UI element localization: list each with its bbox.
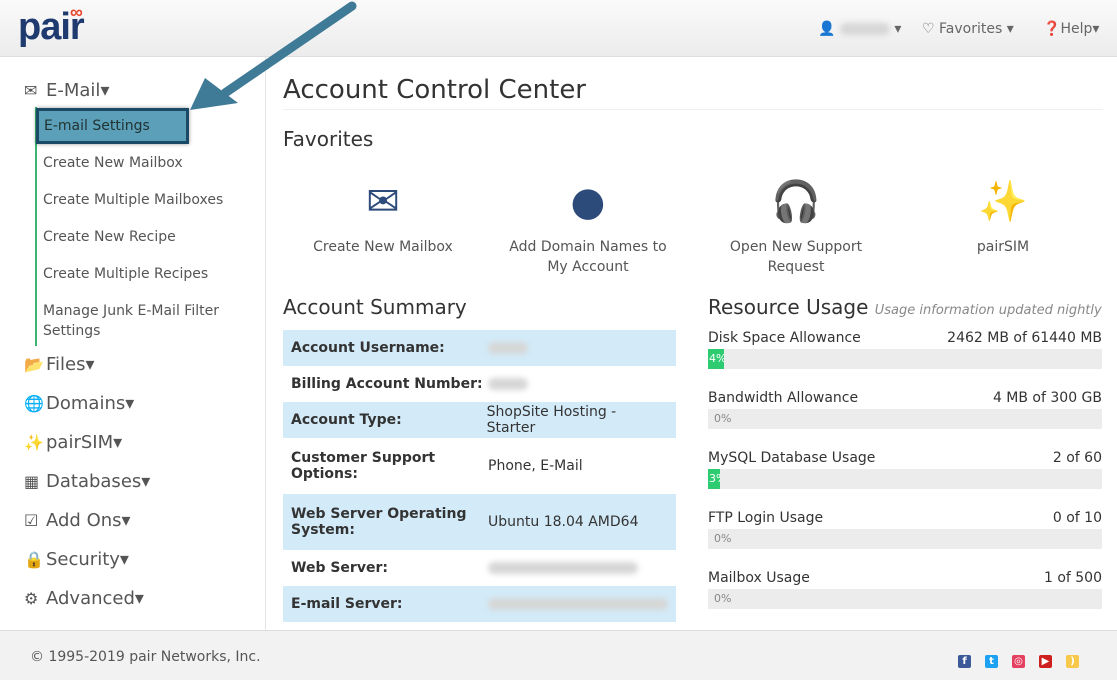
heart-icon: ♡ <box>922 21 935 37</box>
resource-ftp: FTP Login Usage 0 of 10 0% <box>708 510 1102 570</box>
progress-bar: 3% <box>708 469 1102 489</box>
copyright: © 1995-2019 pair Networks, Inc. <box>30 649 261 665</box>
facebook-icon[interactable]: f <box>958 655 971 668</box>
account-summary-title: Account Summary <box>283 295 467 319</box>
sidebar-section-domains[interactable]: 🌐 Domains▾ <box>24 393 134 414</box>
help-menu[interactable]: ❓Help▾ <box>1043 21 1099 37</box>
resource-disk: Disk Space Allowance 2462 MB of 61440 MB 4… <box>708 330 1102 390</box>
globe-icon: 🌐 <box>24 394 44 413</box>
username-blurred <box>839 23 890 35</box>
rss-icon[interactable]: ) <box>1066 655 1079 668</box>
sidebar-item-email-settings[interactable]: E-mail Settings <box>36 108 189 144</box>
magic-wand-icon: ✨ <box>24 433 44 452</box>
favorite-add-domain[interactable]: ● Add Domain Names to My Account <box>498 177 678 277</box>
top-navbar: pair ∞ 👤 ▾ ♡ Favorites ▾ ❓Help▾ <box>0 0 1117 57</box>
infinity-icon: ∞ <box>70 2 83 22</box>
progress-bar: 0% <box>708 409 1102 429</box>
twitter-icon[interactable]: t <box>985 655 998 668</box>
table-row: Billing Account Number: <box>283 366 676 402</box>
sidebar-section-security[interactable]: 🔒 Security▾ <box>24 549 129 570</box>
progress-bar: 4% <box>708 349 1102 369</box>
sidebar-section-databases[interactable]: ▦ Databases▾ <box>24 471 150 492</box>
user-menu[interactable]: 👤 ▾ <box>818 21 901 37</box>
youtube-icon[interactable]: ▶ <box>1039 655 1052 668</box>
resource-note: Usage information updated nightly <box>874 303 1102 318</box>
question-circle-icon: ❓ <box>1043 21 1061 37</box>
checkbox-icon: ☑ <box>24 511 39 530</box>
progress-fill: 4% <box>708 349 724 369</box>
favorite-pairsim[interactable]: ✨ pairSIM <box>953 177 1053 257</box>
sidebar-item-create-mailbox[interactable]: Create New Mailbox <box>43 153 243 173</box>
sidebar-section-advanced[interactable]: ⚙ Advanced▾ <box>24 588 144 609</box>
grid-icon: ▦ <box>24 472 40 491</box>
pair-logo[interactable]: pair ∞ <box>18 2 85 49</box>
progress-fill: 3% <box>708 469 720 489</box>
resource-usage-title: Resource Usage Usage information updated… <box>708 295 1102 319</box>
sidebar-item-create-recipe[interactable]: Create New Recipe <box>43 227 243 247</box>
favorite-create-mailbox[interactable]: ✉ Create New Mailbox <box>303 177 463 257</box>
favorites-title: Favorites <box>283 127 374 151</box>
envelope-plus-icon: ✉ <box>366 179 400 225</box>
sidebar-section-files[interactable]: 📂 Files▾ <box>24 354 95 375</box>
account-summary-table: Account Username: Billing Account Number… <box>283 330 676 622</box>
table-row: Customer Support Options: Phone, E-Mail <box>291 450 583 482</box>
resource-mailbox: Mailbox Usage 1 of 500 0% <box>708 570 1102 630</box>
table-row: Account Username: <box>283 330 676 366</box>
favorites-menu[interactable]: ♡ Favorites ▾ <box>922 21 1014 37</box>
table-row: Web Server: <box>283 550 676 586</box>
lock-icon: 🔒 <box>24 550 44 569</box>
favorite-support-request[interactable]: 🎧 Open New Support Request <box>713 177 879 277</box>
gears-icon: ⚙ <box>24 589 39 608</box>
resource-mysql: MySQL Database Usage2 of 603% <box>708 450 1102 510</box>
sidebar-section-email[interactable]: ✉ E-Mail▾ <box>24 80 109 101</box>
sidebar-item-junk-filter[interactable]: Manage Junk E-Mail Filter Settings <box>43 301 243 341</box>
page-title: Account Control Center <box>283 75 1103 110</box>
folder-icon: 📂 <box>24 355 44 374</box>
sidebar-item-create-multiple-mailboxes[interactable]: Create Multiple Mailboxes <box>43 190 243 210</box>
instagram-icon[interactable]: ◎ <box>1012 655 1025 668</box>
sidebar-section-pairsim[interactable]: ✨ pairSIM▾ <box>24 432 122 453</box>
envelope-icon: ✉ <box>24 81 38 100</box>
user-icon: 👤 <box>818 21 836 37</box>
footer: © 1995-2019 pair Networks, Inc. f t ◎ ▶) <box>0 630 1117 680</box>
progress-bar: 0% <box>708 529 1102 549</box>
sidebar-item-create-multiple-recipes[interactable]: Create Multiple Recipes <box>43 264 243 284</box>
globe-icon: ● <box>570 179 606 225</box>
magic-wand-icon: ✨ <box>978 179 1028 225</box>
table-row: Account Type: ShopSite Hosting - Starter <box>283 402 676 438</box>
headset-icon: 🎧 <box>771 179 821 225</box>
resource-usage-list: Disk Space Allowance 2462 MB of 61440 MB 4… <box>708 330 1102 630</box>
resource-bandwidth: Bandwidth Allowance 4 MB of 300 GB 0% <box>708 390 1102 450</box>
sidebar-section-addons[interactable]: ☑ Add Ons▾ <box>24 510 131 531</box>
progress-bar: 0% <box>708 589 1102 609</box>
table-row: E-mail Server: <box>283 586 676 622</box>
social-links: f t ◎ ▶) <box>944 649 1079 668</box>
table-row: Web Server Operating System: Ubuntu 18.04… <box>283 494 676 550</box>
